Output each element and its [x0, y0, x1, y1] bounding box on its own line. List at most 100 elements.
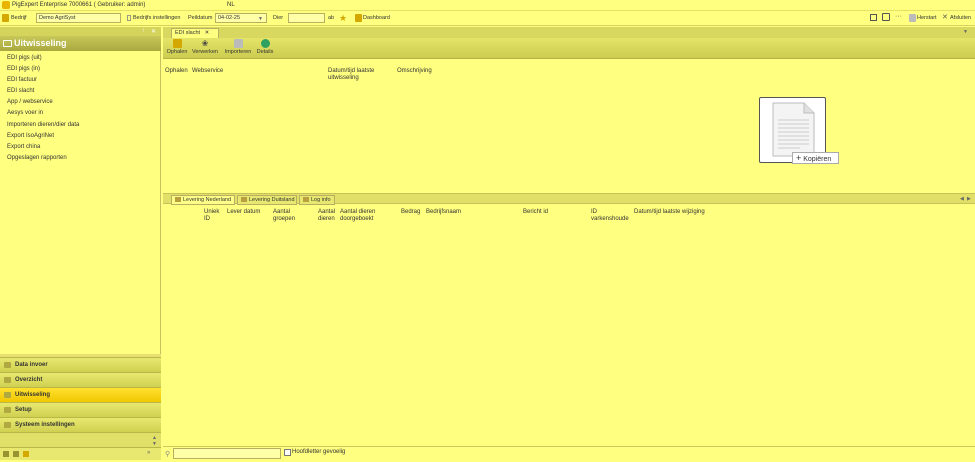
tab-levering-duitsland[interactable]: Levering Duitsland: [237, 195, 297, 205]
tab-levering-nederland-label: Levering Nederland: [183, 197, 232, 203]
screenshot-icon[interactable]: [882, 13, 890, 21]
document-tabs: EDI slacht ✕ ▼: [163, 27, 975, 38]
importeren-button[interactable]: Importeren: [223, 39, 253, 55]
nav-data-invoer[interactable]: Data invoer: [0, 357, 161, 372]
chevron-down-icon[interactable]: ▼: [258, 16, 263, 22]
bedrijf-field[interactable]: Demo AgriSyst: [36, 13, 121, 23]
herstart-button[interactable]: Herstart: [917, 15, 937, 21]
sidebar-item-edi-slacht[interactable]: EDI slacht: [7, 88, 34, 94]
search-input[interactable]: [173, 448, 281, 459]
truck-icon: [175, 197, 181, 203]
column-uniek-id[interactable]: Uniek ID: [204, 209, 219, 223]
tab-label: EDI slacht: [175, 30, 201, 36]
ab-label: ab: [328, 15, 335, 21]
nav-overflow: ▲ ▼: [0, 432, 161, 447]
ophalen-label: Ophalen: [166, 49, 188, 55]
tab-levering-nederland[interactable]: Levering Nederland: [171, 195, 235, 205]
tab-log-info[interactable]: Log info: [299, 195, 335, 205]
column-varkenshouder-line2: varkenshoude: [591, 216, 629, 222]
column-bedrijfsnaam[interactable]: Bedrijfsnaam: [426, 209, 461, 216]
column-bericht-id[interactable]: Bericht id: [523, 209, 548, 216]
case-sensitive-checkbox[interactable]: [284, 449, 291, 456]
sidebar-item-export-isoagrinet[interactable]: Export IsoAgriNet: [7, 133, 54, 139]
bedrijfs-instellingen-button[interactable]: Bedrijfs instellingen: [133, 15, 180, 21]
column-laatste-wijziging[interactable]: Datum/tijd laatste wijziging: [634, 209, 705, 216]
copy-button[interactable]: + Kopiëren: [792, 152, 839, 164]
column-lever-datum[interactable]: Lever datum: [227, 209, 260, 216]
details-label: Details: [256, 49, 274, 55]
truck-icon: [241, 197, 247, 203]
sidebar-item-importeren[interactable]: Importeren dieren/dier data: [7, 122, 79, 128]
ophalen-button[interactable]: Ophalen: [166, 39, 188, 55]
nav-systeem-instellingen-label: Systeem instellingen: [15, 422, 75, 428]
column-aantal-groepen-line1: Aantal: [273, 209, 291, 215]
mini-uitwisseling-icon[interactable]: [23, 451, 29, 457]
column-ophalen[interactable]: Ophalen: [165, 68, 188, 75]
filter-icon: ⚲: [165, 451, 171, 458]
run-icon: ❀: [201, 39, 209, 48]
chevron-right-icon[interactable]: ▶: [967, 196, 971, 202]
column-webservice[interactable]: Webservice: [192, 68, 223, 75]
uitwisseling-icon: [4, 392, 11, 398]
sidebar-item-edi-factuur[interactable]: EDI factuur: [7, 77, 37, 83]
mini-overzicht-icon[interactable]: [13, 451, 19, 457]
star-icon[interactable]: ★: [339, 13, 347, 24]
lower-tabs: Levering Nederland Levering Duitsland Lo…: [163, 193, 975, 205]
column-datum-tijd[interactable]: Datum/tijd laatste uitwisseling: [328, 68, 374, 82]
column-doorgeboekt[interactable]: Aantal dieren doorgeboekt: [340, 209, 375, 223]
language-indicator[interactable]: NL: [227, 2, 235, 8]
pin-icon[interactable]: ↑: [142, 28, 145, 34]
column-varkenshouder-line1: ID: [591, 209, 597, 215]
nav-uitwisseling[interactable]: Uitwisseling: [0, 387, 161, 402]
plus-icon: +: [796, 153, 802, 163]
importeren-label: Importeren: [224, 49, 252, 55]
window-title: PigExpert Enterprise 7000661 ( Gebruiker…: [12, 2, 146, 8]
tab-edi-slacht[interactable]: EDI slacht ✕: [171, 28, 219, 38]
expand-icon[interactable]: »: [147, 450, 150, 456]
systeem-icon: [4, 422, 11, 428]
nav-systeem-instellingen[interactable]: Systeem instellingen: [0, 417, 161, 432]
search-footer: ⚲ Hoofdletter gevoelig: [163, 446, 975, 460]
sidebar-item-app-webservice[interactable]: App / webservice: [7, 99, 53, 105]
details-button[interactable]: Details: [255, 39, 275, 55]
sidebar-item-edi-pigs-uit[interactable]: EDI pigs (uit): [7, 55, 42, 61]
tab-close-icon[interactable]: ✕: [205, 30, 210, 36]
log-icon: [303, 197, 309, 203]
title-bar: PigExpert Enterprise 7000661 ( Gebruiker…: [0, 0, 975, 11]
column-aantal-groepen-line2: groepen: [273, 216, 296, 222]
nav-setup[interactable]: Setup: [0, 402, 161, 417]
mini-data-icon[interactable]: [3, 451, 9, 457]
dashboard-icon: [355, 14, 362, 22]
peildatum-label: Peildatum: [188, 15, 213, 21]
sidebar-item-edi-pigs-in[interactable]: EDI pigs (in): [7, 66, 40, 72]
chevron-left-icon[interactable]: ◀: [960, 196, 964, 202]
more-icon[interactable]: ···: [895, 13, 902, 20]
column-bedrag[interactable]: Bedrag: [401, 209, 420, 216]
column-aantal-groepen[interactable]: Aantal groepen: [273, 209, 295, 223]
sidebar-item-export-china[interactable]: Export china: [7, 144, 40, 150]
nav-setup-label: Setup: [15, 407, 32, 413]
column-varkenshouder[interactable]: ID varkenshoude: [591, 209, 629, 223]
verwerken-button[interactable]: ❀ Verwerken: [191, 39, 219, 55]
sidebar-toolbar: ↑ ✕: [0, 27, 161, 36]
column-datum-tijd-line1: Datum/tijd laatste: [328, 68, 375, 74]
dashboard-button[interactable]: Dashboard: [363, 15, 390, 21]
sidebar-close-icon[interactable]: ✕: [151, 28, 156, 35]
bedrijf-label: Bedrijf: [11, 15, 27, 21]
nav-overzicht[interactable]: Overzicht: [0, 372, 161, 387]
chevron-down-icon[interactable]: ▼: [963, 29, 968, 35]
ribbon: Ophalen ❀ Verwerken Importeren Details: [163, 38, 975, 59]
verwerken-label: Verwerken: [192, 49, 218, 55]
column-uniek-id-line2: ID: [204, 216, 210, 222]
column-omschrijving[interactable]: Omschrijving: [397, 68, 432, 75]
sidebar-item-opgeslagen-rapporten[interactable]: Opgeslagen rapporten: [7, 155, 67, 161]
case-sensitive-label: Hoofdletter gevoelig: [292, 449, 346, 455]
toolbar: Bedrijf Demo AgriSyst Bedrijfs instellin…: [0, 11, 975, 26]
column-aantal-dieren[interactable]: Aantal dieren: [318, 209, 335, 223]
sidebar-item-aesys-voer-in[interactable]: Aesys voer in: [7, 110, 43, 116]
chart-icon[interactable]: [870, 14, 877, 21]
tab-log-info-label: Log info: [311, 197, 331, 203]
dier-field[interactable]: [288, 13, 325, 23]
afsluiten-button[interactable]: Afsluiten: [950, 15, 971, 21]
info-icon: [260, 39, 270, 48]
